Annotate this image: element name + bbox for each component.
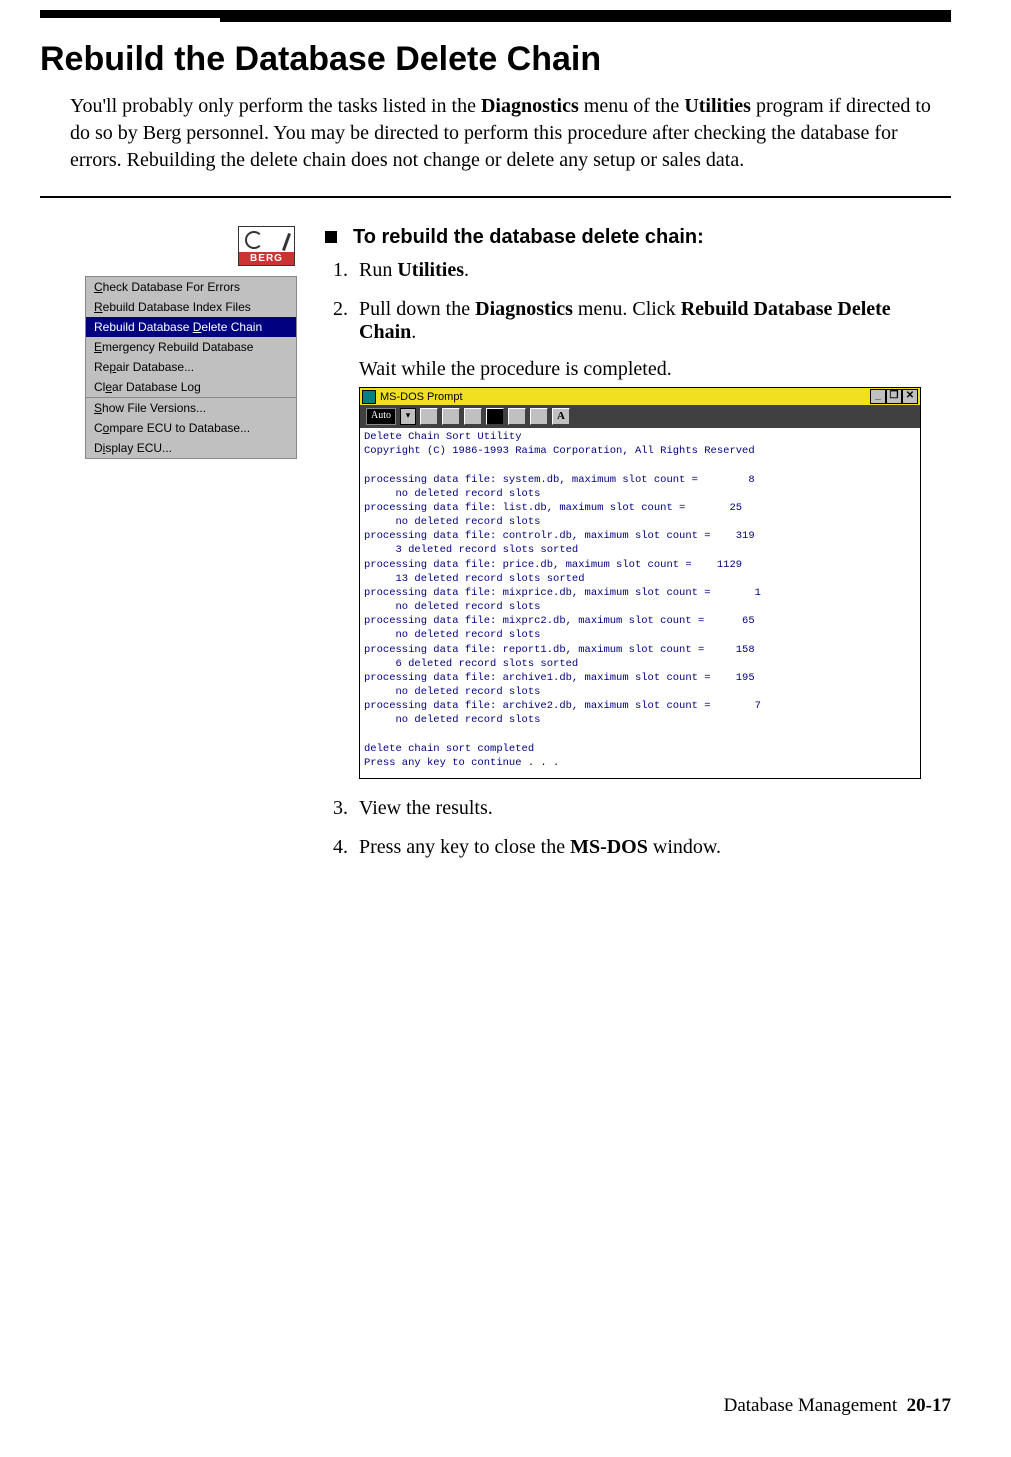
step-3: View the results. (353, 797, 951, 820)
menu-item-check-db-errors[interactable]: Check Database For Errors (86, 277, 296, 297)
menu-item-emergency-rebuild[interactable]: Emergency Rebuild Database (86, 337, 296, 357)
msdos-title-text: MS-DOS Prompt (380, 391, 463, 403)
page-title: Rebuild the Database Delete Chain (40, 40, 951, 79)
divider (40, 196, 951, 198)
toolbar-button[interactable] (464, 408, 482, 425)
chevron-down-icon[interactable]: ▾ (400, 408, 416, 425)
footer-page-number: 20-17 (907, 1395, 951, 1416)
step-2-bold-1: Diagnostics (475, 298, 573, 320)
toolbar-button[interactable] (420, 408, 438, 425)
toolbar-button[interactable] (508, 408, 526, 425)
maximize-button[interactable]: ❐ (886, 389, 902, 404)
intro-text: You'll probably only perform the tasks l… (70, 95, 481, 117)
step-1-bold: Utilities (397, 259, 464, 281)
footer-section: Database Management (724, 1395, 898, 1416)
menu-item-repair-database[interactable]: Repair Database... (86, 357, 296, 377)
page-footer: Database Management 20-17 (40, 1395, 951, 1417)
menu-item-rebuild-index[interactable]: Rebuild Database Index Files (86, 297, 296, 317)
msdos-icon (362, 390, 376, 404)
toolbar-font-button[interactable]: A (552, 408, 570, 425)
mid-rule (220, 18, 951, 22)
diagnostics-menu: Check Database For Errors Rebuild Databa… (85, 276, 297, 459)
menu-item-display-ecu[interactable]: Display ECU... (86, 438, 296, 458)
msdos-output: Delete Chain Sort Utility Copyright (C) … (360, 428, 920, 778)
font-size-select[interactable]: Auto (366, 408, 396, 425)
intro-text: menu of the (579, 95, 685, 117)
intro-bold-diagnostics: Diagnostics (481, 95, 579, 117)
step-4: Press any key to close the MS-DOS window… (353, 836, 951, 859)
step-4-bold: MS-DOS (570, 836, 648, 858)
top-rule (40, 10, 951, 18)
toolbar-button[interactable] (486, 408, 504, 425)
menu-item-show-file-versions[interactable]: Show File Versions... (86, 398, 296, 418)
msdos-toolbar: Auto ▾ A (360, 405, 920, 428)
close-button[interactable]: ✕ (902, 389, 918, 404)
intro-bold-utilities: Utilities (684, 95, 751, 117)
toolbar-button[interactable] (530, 408, 548, 425)
menu-item-clear-db-log[interactable]: Clear Database Log (86, 377, 296, 397)
task-heading: To rebuild the database delete chain: (353, 226, 704, 249)
square-bullet-icon (325, 231, 337, 243)
minimize-button[interactable]: _ (870, 389, 886, 404)
step-2-subtext: Wait while the procedure is completed. (359, 358, 951, 381)
berg-logo-text: BERG (239, 252, 294, 265)
intro-paragraph: You'll probably only perform the tasks l… (70, 93, 951, 174)
step-1: Run Utilities. (353, 259, 951, 282)
berg-logo: BERG (238, 226, 295, 266)
step-2: Pull down the Diagnostics menu. Click Re… (353, 298, 951, 779)
menu-item-compare-ecu[interactable]: Compare ECU to Database... (86, 418, 296, 438)
menu-item-rebuild-delete-chain[interactable]: Rebuild Database Delete Chain (86, 317, 296, 337)
msdos-window: MS-DOS Prompt _ ❐ ✕ Auto ▾ (359, 387, 921, 779)
msdos-titlebar: MS-DOS Prompt _ ❐ ✕ (360, 388, 920, 405)
toolbar-button[interactable] (442, 408, 460, 425)
